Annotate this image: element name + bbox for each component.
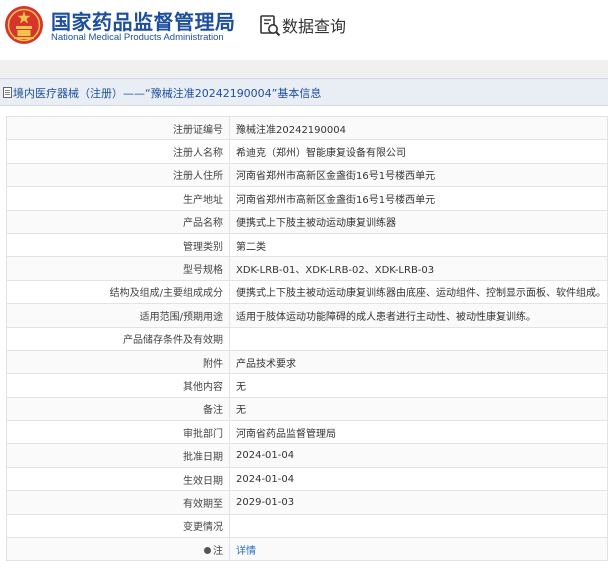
table-row: 生效日期 2024-01-04 [6, 466, 608, 492]
field-value: 无 [229, 396, 608, 422]
table-row: 有效期至 2029-01-03 [6, 490, 608, 515]
field-label: 生产地址 [6, 186, 230, 211]
record-title-bar: 境内医疗器械（注册）——“豫械注准20242190004”基本信息 [0, 78, 608, 106]
field-value: 2029-01-03 [229, 490, 608, 515]
table-row-note: 注 详情 [6, 537, 608, 562]
field-label: 管理类别 [6, 232, 230, 258]
field-label: 批准日期 [6, 443, 230, 468]
note-label-cell: 注 [6, 537, 230, 562]
field-value: 2024-01-04 [229, 443, 608, 468]
table-row: 管理类别 第二类 [6, 232, 608, 258]
table-row: 产品储存条件及有效期 [6, 326, 608, 351]
header-divider [0, 60, 608, 78]
table-row: 注册人住所 河南省郑州市高新区金盏街16号1号楼西单元 [6, 162, 608, 188]
field-label: 变更情况 [6, 513, 230, 539]
data-query-icon [260, 15, 281, 37]
field-label: 结构及组成/主要组成成分 [6, 279, 230, 305]
field-value: 无 [229, 373, 608, 398]
field-value: 产品技术要求 [229, 349, 608, 375]
table-row: 备注无 [6, 396, 608, 422]
field-value: XDK-LRB-01、XDK-LRB-02、XDK-LRB-03 [229, 256, 608, 281]
field-label: 注册人名称 [6, 139, 230, 164]
field-label: 附件 [6, 349, 230, 375]
org-name-cn: 国家药品监督管理局 [51, 10, 236, 34]
field-value [229, 513, 608, 539]
field-label: 注册证编号 [6, 115, 230, 141]
field-label: 审批部门 [6, 420, 230, 445]
national-emblem-icon [5, 6, 43, 44]
field-label: 备注 [6, 396, 230, 422]
table-row: 变更情况 [6, 513, 608, 539]
field-label: 产品储存条件及有效期 [6, 326, 230, 351]
field-value: 豫械注准20242190004 [229, 115, 608, 141]
field-label: 型号规格 [6, 256, 230, 281]
device-info-table: 注册证编号 豫械注准20242190004 注册人名称 希迪克（郑州）智能康复设备有限… [6, 115, 608, 562]
note-icon [204, 546, 211, 554]
field-value: 适用于肢体运动功能障碍的成人患者进行主动性、被动性康复训练。 [229, 303, 608, 328]
field-value: 希迪克（郑州）智能康复设备有限公司 [229, 139, 608, 164]
field-value: 便携式上下肢主被动运动康复训练器由底座、运动组件、控制显示面板、软件组成。 [229, 279, 608, 305]
table-row: 审批部门 河南省药品监督管理局 [6, 420, 608, 445]
table-row: 其他内容无 [6, 373, 608, 398]
field-value: 第二类 [229, 232, 608, 258]
field-label: 适用范围/预期用途 [6, 303, 230, 328]
table-row: 生产地址 河南省郑州市高新区金盏街16号1号楼西单元 [6, 186, 608, 211]
org-name-en: National Medical Products Administration [51, 32, 224, 43]
table-row: 适用范围/预期用途 适用于肢体运动功能障碍的成人患者进行主动性、被动性康复训练。 [6, 303, 608, 328]
document-icon [3, 87, 12, 98]
field-value [229, 326, 608, 351]
query-title: 数据查询 [282, 17, 347, 36]
details-link[interactable]: 详情 [236, 546, 256, 557]
note-value-cell: 详情 [229, 537, 608, 562]
table-row: 批准日期 2024-01-04 [6, 443, 608, 468]
field-value: 河南省郑州市高新区金盏街16号1号楼西单元 [229, 162, 608, 188]
note-label: 注 [213, 545, 223, 557]
field-value: 2024-01-04 [229, 466, 608, 492]
device-info-rows: 注册证编号 豫械注准20242190004 注册人名称 希迪克（郑州）智能康复设备有限… [6, 115, 608, 562]
field-label: 其他内容 [6, 373, 230, 398]
field-value: 便携式上下肢主被动运动康复训练器 [229, 209, 608, 234]
table-row: 结构及组成/主要组成成分 便携式上下肢主被动运动康复训练器由底座、运动组件、控制显… [6, 279, 608, 305]
table-row: 产品名称 便携式上下肢主被动运动康复训练器 [6, 209, 608, 234]
field-label: 产品名称 [6, 209, 230, 234]
field-label: 注册人住所 [6, 162, 230, 188]
field-label: 生效日期 [6, 466, 230, 492]
table-row: 注册人名称 希迪克（郑州）智能康复设备有限公司 [6, 139, 608, 164]
spacer [0, 106, 608, 116]
record-title: 境内医疗器械（注册）——“豫械注准20242190004”基本信息 [13, 87, 322, 100]
table-row: 附件 产品技术要求 [6, 349, 608, 375]
field-label: 有效期至 [6, 490, 230, 515]
field-value: 河南省郑州市高新区金盏街16号1号楼西单元 [229, 186, 608, 211]
field-value: 河南省药品监督管理局 [229, 420, 608, 445]
table-row: 注册证编号 豫械注准20242190004 [6, 115, 608, 141]
site-header: 国家药品监督管理局 National Medical Products Admi… [0, 0, 608, 60]
table-row: 型号规格 XDK-LRB-01、XDK-LRB-02、XDK-LRB-03 [6, 256, 608, 281]
